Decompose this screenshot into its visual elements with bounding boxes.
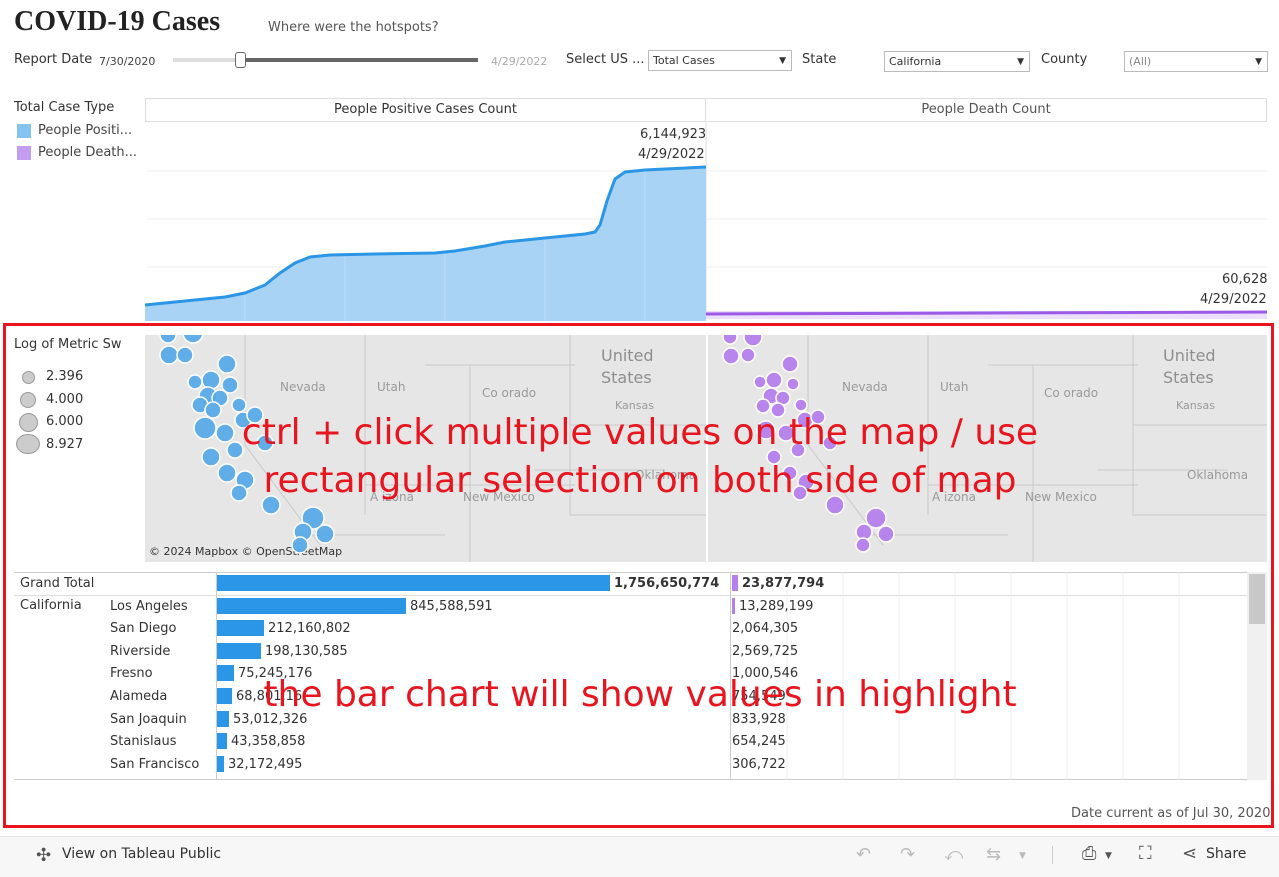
death-value-label: 13,289,199 — [739, 598, 814, 614]
map-instruction-line1: ctrl + click multiple values on the map … — [241, 412, 1039, 453]
state-label: State — [802, 52, 837, 67]
size-legend-value: 8.927 — [46, 437, 84, 452]
county-dropdown[interactable]: (All) ▼ — [1124, 51, 1268, 72]
case-value-label: 198,130,585 — [265, 643, 348, 659]
chevron-down-icon: ▼ — [1017, 57, 1024, 67]
county-value: (All) — [1129, 55, 1152, 68]
redo-icon[interactable]: ↷ — [900, 844, 915, 865]
slider-fill — [240, 58, 478, 62]
case-bar[interactable] — [217, 575, 610, 591]
scrollbar-thumb[interactable] — [1249, 574, 1265, 624]
size-legend-circle — [20, 392, 36, 408]
death-count-header: People Death Count — [706, 98, 1267, 122]
revert-icon[interactable]: ⤺ — [944, 844, 963, 865]
state-value: California — [889, 55, 942, 68]
positive-cases-header: People Positive Cases Count — [145, 98, 706, 122]
death-value-label: 2,569,725 — [732, 643, 799, 659]
case-value-label: 845,588,591 — [410, 598, 493, 614]
death-value-label: 23,877,794 — [742, 576, 825, 591]
chevron-down-icon: ▼ — [1255, 57, 1262, 67]
chevron-down-icon[interactable]: ▼ — [1105, 851, 1112, 861]
death-last-value: 60,628 — [1222, 272, 1268, 287]
select-us-dropdown[interactable]: Total Cases ▼ — [648, 50, 792, 71]
share-button[interactable]: Share — [1206, 846, 1246, 862]
case-value-label: 43,358,858 — [231, 734, 306, 750]
table-scrollbar[interactable] — [1247, 572, 1267, 780]
grand-total-label: Grand Total — [20, 576, 95, 591]
fullscreen-icon[interactable]: ⛶ — [1139, 843, 1152, 864]
county-label: San Diego — [110, 621, 177, 637]
death-bar[interactable] — [732, 597, 735, 614]
case-bar[interactable] — [217, 733, 227, 750]
map-instruction-line2: rectangular selection on both side of ma… — [263, 460, 1017, 501]
tableau-logo-icon: ✣ — [36, 845, 52, 866]
positive-last-value: 6,144,923 — [640, 127, 707, 142]
bar-instruction: the bar chart will show values in highli… — [263, 674, 1017, 715]
area-chart[interactable] — [145, 121, 1267, 321]
select-us-label: Select US ... — [566, 52, 645, 67]
county-label: Stanislaus — [110, 734, 177, 750]
legend-death-label[interactable]: People Death... — [38, 145, 137, 160]
county-label: Los Angeles — [110, 598, 188, 614]
slider-handle[interactable] — [235, 52, 246, 68]
chevron-down-icon: ▼ — [779, 56, 786, 66]
state-dropdown[interactable]: California ▼ — [884, 51, 1030, 72]
legend-positive-label[interactable]: People Positi... — [38, 123, 132, 138]
death-value-label: 2,064,305 — [732, 621, 799, 637]
report-date-end: 4/29/2022 — [491, 55, 548, 68]
report-date-slider[interactable] — [173, 52, 478, 68]
case-bar[interactable] — [217, 597, 406, 614]
death-last-date: 4/29/2022 — [1200, 292, 1267, 307]
case-bar[interactable] — [217, 755, 224, 772]
view-on-tableau-link[interactable]: View on Tableau Public — [62, 846, 221, 862]
report-date-value: 7/30/2020 — [99, 55, 156, 68]
death-value-label: 654,245 — [732, 734, 786, 750]
case-bar[interactable] — [217, 642, 261, 659]
county-label: San Francisco — [110, 756, 200, 772]
download-icon[interactable]: ⎙ — [1082, 843, 1096, 864]
case-value-label: 212,160,802 — [268, 621, 351, 637]
footer-divider — [1052, 846, 1053, 864]
county-label: Riverside — [110, 643, 171, 659]
death-line — [705, 310, 1267, 316]
case-value-label: 1,756,650,774 — [614, 576, 720, 591]
legend-positive-swatch[interactable] — [17, 124, 31, 138]
page-title: COVID-19 Cases — [14, 6, 221, 37]
size-legend-title: Log of Metric Sw — [14, 337, 122, 352]
size-legend-value: 6.000 — [46, 414, 84, 429]
chevron-down-icon[interactable]: ▼ — [1019, 851, 1026, 861]
case-value-label: 32,172,495 — [228, 756, 303, 772]
size-legend-circle — [19, 413, 38, 432]
death-bar[interactable] — [732, 575, 738, 591]
legend-death-swatch[interactable] — [17, 146, 31, 160]
pause-icon[interactable]: ⇆ — [986, 844, 1001, 865]
state-row-label: California — [20, 598, 82, 613]
report-date-label: Report Date — [14, 52, 93, 67]
select-us-value: Total Cases — [653, 54, 715, 67]
size-legend-circle — [22, 371, 35, 384]
share-icon[interactable]: ⋖ — [1182, 843, 1197, 864]
case-bar[interactable] — [217, 620, 264, 637]
page-subtitle: Where were the hotspots? — [268, 20, 439, 35]
death-value-label: 306,722 — [732, 756, 786, 772]
county-label: County — [1041, 52, 1088, 67]
positive-last-date: 4/29/2022 — [638, 147, 705, 162]
size-legend-value: 2.396 — [46, 369, 84, 384]
size-legend-value: 4.000 — [46, 392, 84, 407]
legend-title: Total Case Type — [14, 100, 115, 115]
date-current: Date current as of Jul 30, 2020 — [1071, 806, 1271, 821]
undo-icon[interactable]: ↶ — [856, 844, 871, 865]
size-legend-circle — [16, 434, 40, 454]
positive-cases-area — [145, 167, 706, 321]
